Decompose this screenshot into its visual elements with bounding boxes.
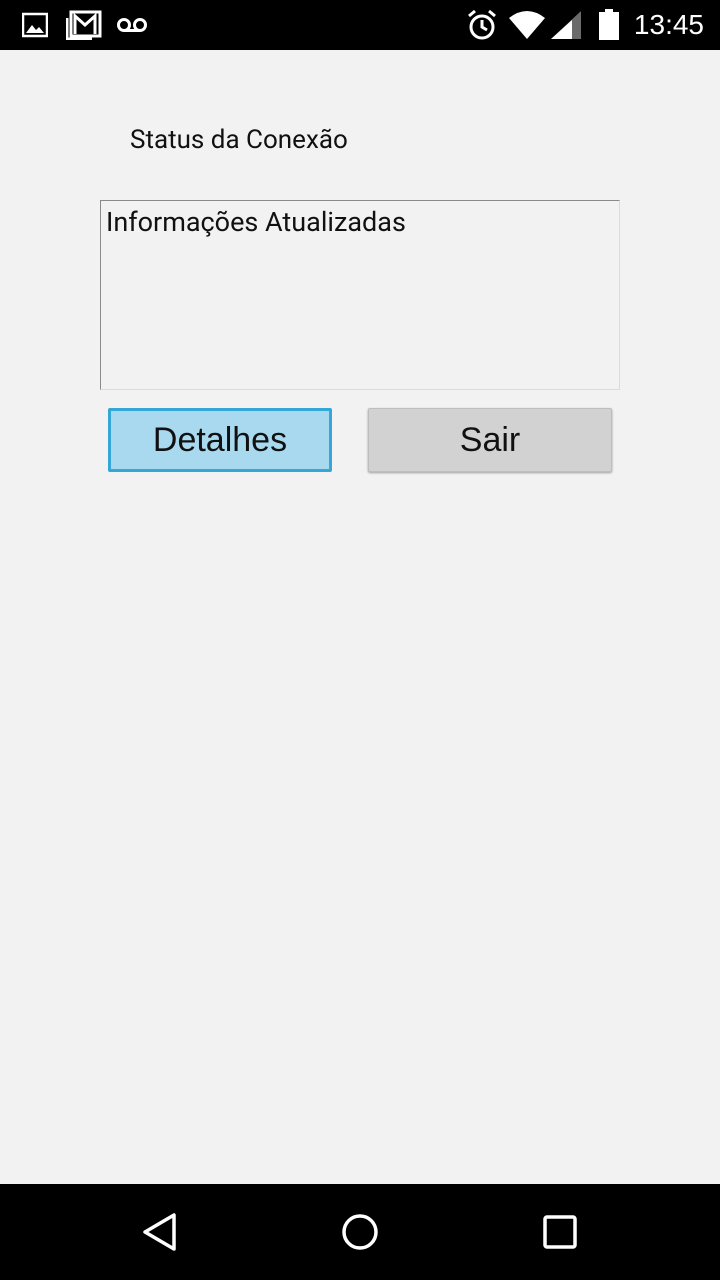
exit-button[interactable]: Sair xyxy=(368,408,612,472)
voicemail-icon xyxy=(116,0,148,50)
navigation-bar xyxy=(0,1184,720,1280)
app-content: Status da Conexão Informações Atualizada… xyxy=(0,50,720,1184)
gmail-icon xyxy=(66,0,102,50)
wifi-icon xyxy=(508,0,546,50)
info-text-area[interactable]: Informações Atualizadas xyxy=(100,200,620,390)
status-bar: 13:45 xyxy=(0,0,720,50)
back-icon[interactable] xyxy=(112,1184,208,1280)
home-icon[interactable] xyxy=(312,1184,408,1280)
alarm-icon xyxy=(466,0,498,50)
status-time: 13:45 xyxy=(633,9,704,40)
recents-icon[interactable] xyxy=(512,1184,608,1280)
info-text: Informações Atualizadas xyxy=(106,206,406,238)
page-title: Status da Conexão xyxy=(130,125,348,155)
details-button[interactable]: Detalhes xyxy=(108,408,332,472)
battery-icon xyxy=(598,0,620,50)
image-notification-icon xyxy=(22,0,48,50)
cell-signal-icon xyxy=(550,0,582,50)
